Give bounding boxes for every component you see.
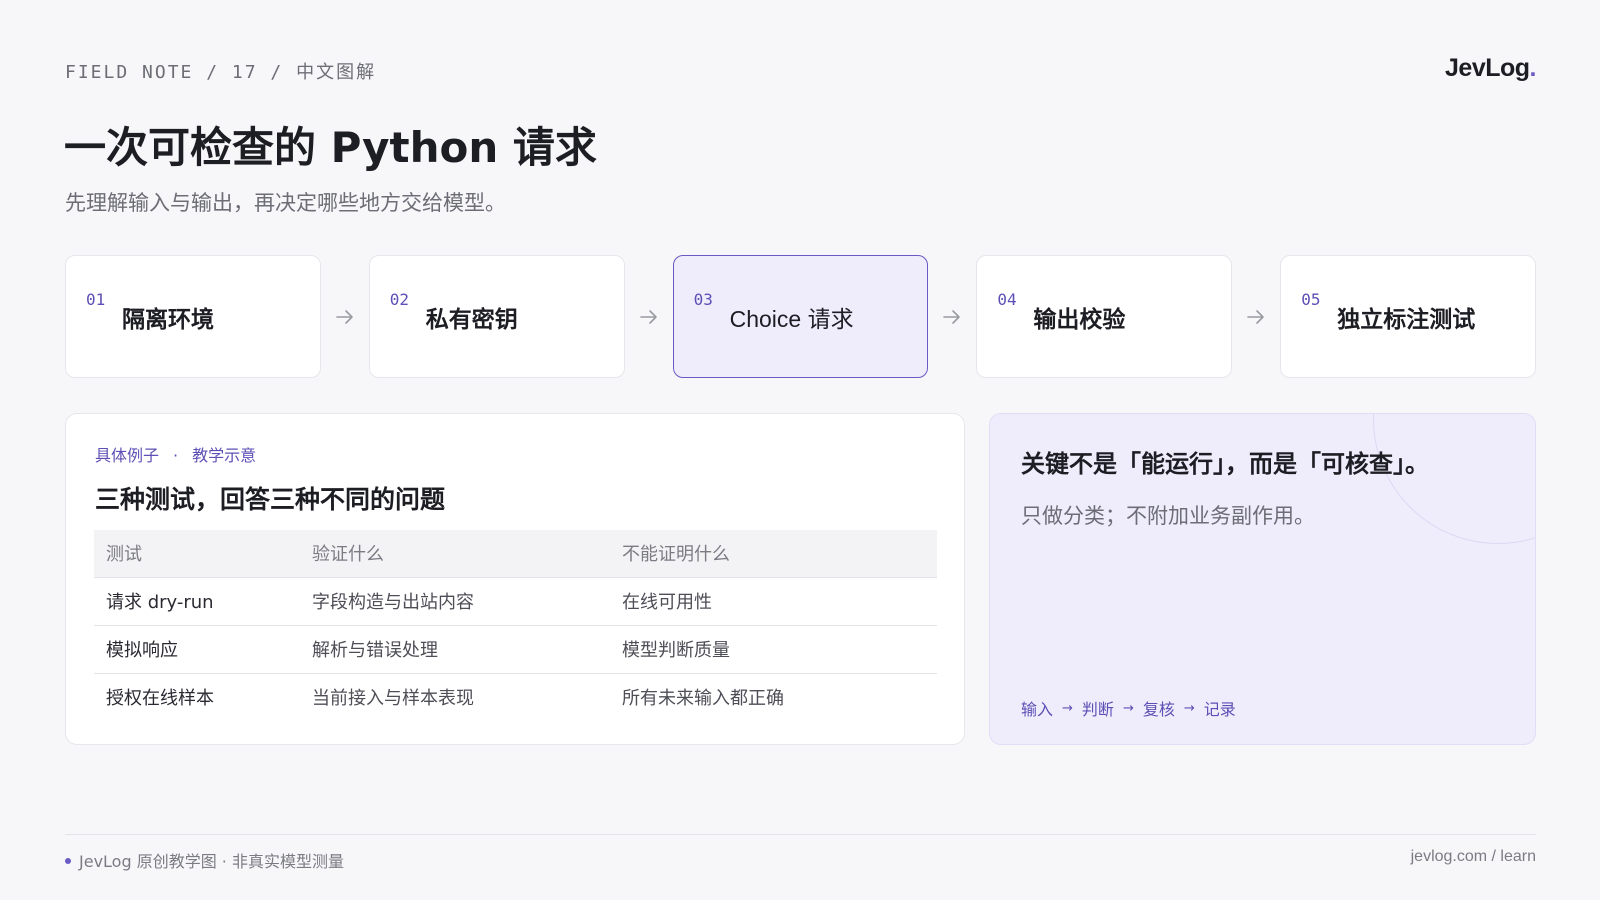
table-cell: 在线可用性 — [610, 577, 937, 626]
flow-arrow-icon: → — [1122, 700, 1134, 716]
column-header: 不能证明什么 — [610, 530, 937, 578]
card-eyebrow: 具体例子 · 教学示意 — [95, 442, 256, 466]
flow-step: 判断 — [1081, 700, 1114, 719]
eyebrow-label: 具体例子 — [95, 446, 160, 465]
step-1-card: 01 隔离环境 — [65, 255, 321, 378]
bullet-dot-icon — [65, 858, 71, 864]
step-3-card-active: 03 Choice 请求 — [672, 255, 929, 378]
page-title: 一次可检查的 Python 请求 — [64, 123, 597, 172]
flow-arrow-icon: → — [1062, 700, 1073, 716]
step-label: Choice 请求 — [729, 306, 854, 332]
table-cell: 所有未来输入都正确 — [622, 688, 784, 710]
footer-link[interactable]: jevlog.com / learn — [1411, 848, 1536, 866]
step-label: 输出校验 — [1033, 307, 1126, 333]
flow-arrow-icon: → — [1183, 700, 1195, 716]
arrow-right-icon — [928, 255, 976, 378]
footer-divider — [65, 834, 1536, 835]
note-title: 关键不是「能运行」，而是「可核查」。 — [1021, 450, 1429, 478]
column-header: 测试 — [94, 530, 300, 578]
table-cell: 字段构造与出站内容 — [300, 577, 610, 626]
table-row: 模拟响应 解析与错误处理 模型判断质量 — [94, 625, 937, 674]
eyebrow-label: 教学示意 — [192, 446, 257, 465]
table-cell: 当前接入与样本表现 — [312, 688, 474, 710]
tests-table: 测试 验证什么 不能证明什么 请求 dry-run 字段构造与出站内容 在线可用… — [94, 530, 937, 721]
table-header-row: 测试 验证什么 不能证明什么 — [94, 530, 937, 578]
eyebrow-separator: · — [173, 446, 179, 465]
flow-step: 复核 — [1142, 700, 1175, 719]
example-card: 具体例子 · 教学示意 三种测试，回答三种不同的问题 测试 验证什么 不能证明什么 … — [65, 413, 965, 745]
table-row: 请求 dry-run 字段构造与出站内容 在线可用性 — [94, 577, 937, 626]
table-cell: 模拟响应 — [94, 625, 300, 674]
table-cell: 解析与错误处理 — [300, 625, 610, 674]
step-label: 隔离环境 — [122, 307, 214, 333]
logo-text: JevLog — [1445, 54, 1530, 82]
step-number: 03 — [693, 290, 713, 309]
arrow-right-icon — [625, 255, 673, 378]
steps-flow: 01 隔离环境 02 私有密钥 03 Choice 请求 04 输出校验 05 … — [65, 255, 1537, 378]
step-number: 05 — [1301, 290, 1321, 309]
step-5-card: 05 独立标注测试 — [1280, 255, 1537, 378]
column-header: 验证什么 — [300, 530, 610, 578]
footer-credit: JevLog 原创教学图 · 非真实模型测量 — [65, 848, 344, 872]
step-number: 01 — [86, 290, 106, 309]
step-2-card: 02 私有密钥 — [368, 255, 625, 378]
arrow-right-icon — [1232, 255, 1280, 378]
step-label: 私有密钥 — [425, 307, 518, 333]
table-row: 授权在线样本 当前接入与样本表现 所有未来输入都正确 — [94, 673, 937, 721]
table-cell: 授权在线样本 — [106, 688, 214, 710]
step-4-card: 04 输出校验 — [976, 255, 1233, 378]
flow-step: 记录 — [1203, 700, 1236, 719]
key-note-card: 关键不是「能运行」，而是「可核查」。 只做分类；不附加业务副作用。 输入 → 判… — [989, 413, 1536, 745]
table-cell: 请求 dry-run — [94, 577, 300, 626]
flow-chain: 输入 → 判断 → 复核 → 记录 — [1021, 696, 1236, 720]
step-number: 02 — [389, 290, 410, 309]
step-label: 独立标注测试 — [1337, 307, 1476, 333]
logo-dot: . — [1529, 54, 1537, 82]
table-cell: 模型判断质量 — [610, 625, 937, 674]
footer-credit-text: JevLog 原创教学图 · 非真实模型测量 — [79, 852, 344, 871]
logo[interactable]: JevLog. — [1445, 54, 1537, 83]
kicker: FIELD NOTE / 17 / 中文图解 — [65, 62, 377, 83]
note-subtitle: 只做分类；不附加业务副作用。 — [1021, 504, 1315, 528]
page-subtitle: 先理解输入与输出，再决定哪些地方交给模型。 — [65, 191, 506, 215]
flow-step: 输入 — [1021, 700, 1054, 719]
arrow-right-icon — [321, 255, 369, 378]
step-number: 04 — [997, 290, 1017, 309]
card-title: 三种测试，回答三种不同的问题 — [95, 485, 446, 514]
